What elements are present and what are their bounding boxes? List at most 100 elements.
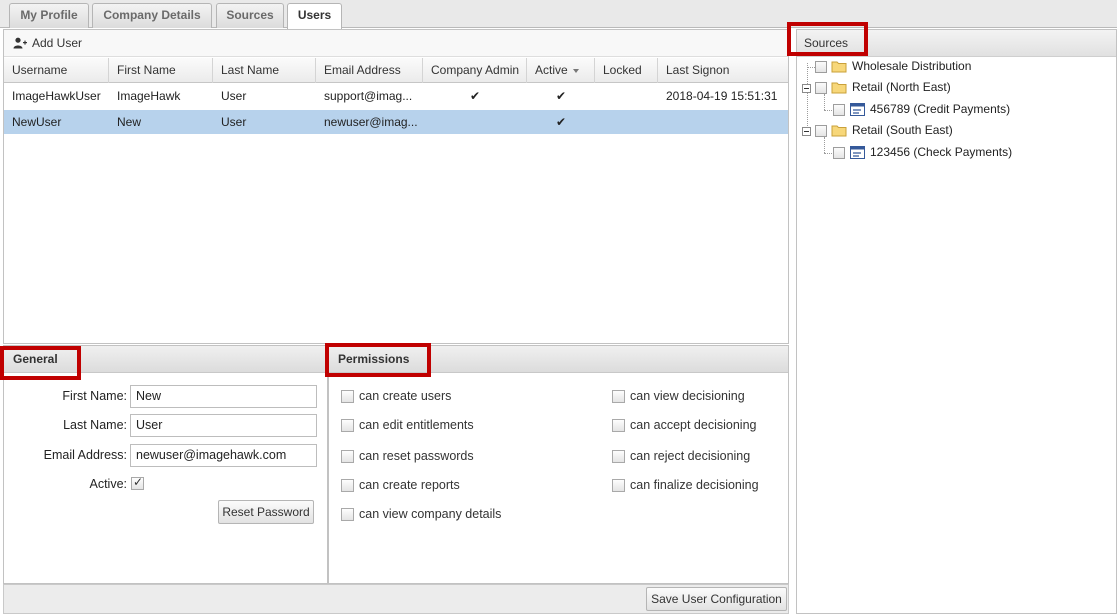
cell-last-name: User [221, 89, 247, 103]
tree-checkbox[interactable] [815, 82, 827, 94]
add-user-icon [13, 37, 27, 49]
tab-users[interactable]: Users [287, 3, 342, 29]
perm-finalize-decisioning-checkbox[interactable] [612, 479, 625, 492]
first-name-label: First Name: [62, 389, 127, 403]
tree-line [807, 67, 815, 68]
active-label: Active: [89, 477, 127, 491]
cell-email: support@imag... [324, 89, 413, 103]
users-grid-panel: Add User Username First Name Last Name E… [3, 29, 789, 344]
tree-line [824, 110, 832, 111]
folder-icon [831, 125, 847, 137]
cell-company-admin [423, 110, 527, 134]
folder-icon [831, 61, 847, 73]
column-header-last-name[interactable]: Last Name [213, 58, 316, 83]
tree-line [824, 94, 825, 110]
perm-accept-decisioning-checkbox[interactable] [612, 419, 625, 432]
active-row: Active: [4, 472, 329, 496]
last-name-row: Last Name: [4, 413, 329, 437]
cell-company-admin: ✔ [469, 89, 481, 103]
perm-edit-entitlements-label: can edit entitlements [359, 418, 474, 432]
bottom-bar: Save User Configuration [3, 584, 789, 614]
perm-view-company-details-label: can view company details [359, 507, 502, 521]
first-name-input[interactable] [130, 384, 317, 408]
folder-icon [831, 82, 847, 94]
column-header-first-name[interactable]: First Name [109, 58, 213, 83]
active-checkbox[interactable] [131, 475, 144, 490]
perm-view-company-details-checkbox[interactable] [341, 508, 354, 521]
reset-password-button[interactable]: Reset Password [218, 500, 314, 524]
perm-accept-decisioning-label: can accept decisioning [630, 418, 757, 432]
cell-last-signon: 2018-04-19 15:51:31 [666, 89, 778, 103]
tab-company-details[interactable]: Company Details [92, 3, 212, 28]
tree-line [807, 63, 808, 132]
perm-create-users-label: can create users [359, 389, 452, 403]
tree-item-retail-south-east[interactable]: Retail (South East) [852, 123, 953, 137]
general-section: General First Name: Last Name: Email Add… [3, 345, 328, 584]
email-label: Email Address: [43, 448, 127, 462]
table-row[interactable]: ImageHawkUser ImageHawk User support@ima… [4, 84, 788, 108]
tree-item-credit-payments[interactable]: 456789 (Credit Payments) [870, 102, 1010, 116]
tab-sources[interactable]: Sources [216, 3, 284, 28]
cell-last-signon [658, 110, 788, 134]
perm-create-reports-checkbox[interactable] [341, 479, 354, 492]
column-header-email-address[interactable]: Email Address [316, 58, 423, 83]
perm-reset-passwords-label: can reset passwords [359, 449, 474, 463]
column-header-username[interactable]: Username [4, 58, 109, 83]
tree-line [824, 153, 832, 154]
column-header-active[interactable]: Active [527, 58, 595, 83]
table-row[interactable]: NewUser New User newuser@imag... ✔ [4, 110, 788, 134]
save-user-configuration-button[interactable]: Save User Configuration [646, 587, 787, 611]
cell-email: newuser@imag... [324, 115, 418, 129]
last-name-input[interactable] [130, 413, 317, 437]
cell-username: ImageHawkUser [12, 89, 101, 103]
tree-checkbox[interactable] [833, 104, 845, 116]
perm-edit-entitlements-checkbox[interactable] [341, 419, 354, 432]
users-toolbar: Add User [4, 30, 788, 57]
first-name-row: First Name: [4, 384, 329, 408]
highlight-box-permissions [325, 343, 431, 377]
collapse-icon[interactable] [802, 127, 811, 136]
cell-locked [595, 110, 658, 134]
perm-reset-passwords-checkbox[interactable] [341, 450, 354, 463]
perm-view-decisioning-checkbox[interactable] [612, 390, 625, 403]
perm-create-users-checkbox[interactable] [341, 390, 354, 403]
source-icon [850, 103, 865, 116]
tree-item-retail-north-east[interactable]: Retail (North East) [852, 80, 951, 94]
email-row: Email Address: [4, 443, 329, 467]
grid-header: Username First Name Last Name Email Addr… [4, 58, 788, 83]
tree-item-check-payments[interactable]: 123456 (Check Payments) [870, 145, 1012, 159]
cell-active: ✔ [555, 115, 567, 129]
cell-locked [595, 84, 658, 108]
column-header-locked[interactable]: Locked [595, 58, 658, 83]
highlight-box-general [0, 346, 81, 380]
sort-caret-icon [572, 68, 579, 73]
cell-first-name: New [117, 115, 142, 129]
cell-active: ✔ [555, 89, 567, 103]
tree-checkbox[interactable] [815, 61, 827, 73]
perm-reject-decisioning-label: can reject decisioning [630, 449, 751, 463]
cell-username: NewUser [12, 115, 62, 129]
tab-bar: My Profile Company Details Sources Users [0, 0, 1117, 29]
tree-item-wholesale-distribution[interactable]: Wholesale Distribution [852, 59, 971, 73]
tree-line [824, 137, 825, 153]
cell-last-name: User [221, 115, 247, 129]
perm-view-decisioning-label: can view decisioning [630, 389, 745, 403]
collapse-icon[interactable] [802, 84, 811, 93]
add-user-label: Add User [32, 36, 83, 50]
last-name-label: Last Name: [63, 418, 127, 432]
email-input[interactable] [130, 443, 317, 467]
column-header-active-label: Active [535, 63, 568, 77]
permissions-section: Permissions can create users can edit en… [328, 345, 789, 584]
perm-finalize-decisioning-label: can finalize decisioning [630, 478, 759, 492]
add-user-button[interactable]: Add User [13, 36, 82, 50]
perm-reject-decisioning-checkbox[interactable] [612, 450, 625, 463]
cell-first-name: ImageHawk [117, 89, 181, 103]
tree-checkbox[interactable] [815, 125, 827, 137]
tree-checkbox[interactable] [833, 147, 845, 159]
source-icon [850, 146, 865, 159]
column-header-company-admin[interactable]: Company Admin [423, 58, 527, 83]
tab-my-profile[interactable]: My Profile [9, 3, 89, 28]
perm-create-reports-label: can create reports [359, 478, 460, 492]
sources-panel: Sources Wholesale Distribution Retail (N… [796, 29, 1117, 614]
column-header-last-signon[interactable]: Last Signon [658, 58, 788, 83]
